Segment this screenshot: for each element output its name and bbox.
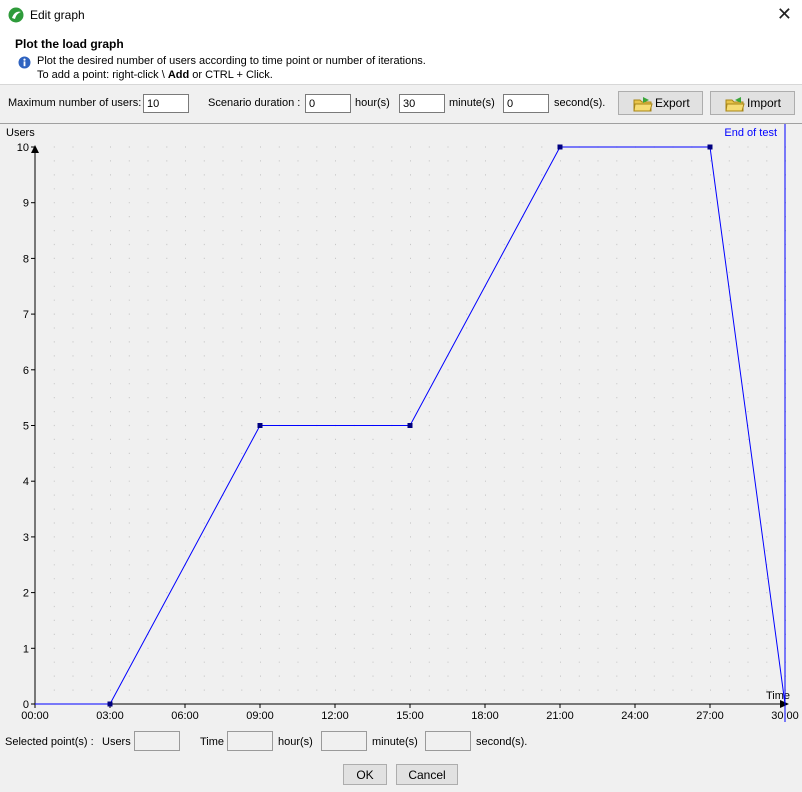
y-axis-title: Users bbox=[6, 127, 35, 139]
x-axis-title: Time bbox=[766, 690, 790, 702]
info-icon bbox=[18, 56, 31, 69]
load-graph-panel[interactable]: Users Time 0 1 2 3 4 5 6 7 8 9 10 00:00 03:00 06:00 09:0… bbox=[0, 123, 802, 726]
end-of-test-label: End of test bbox=[724, 127, 777, 139]
selected-minutes-field bbox=[321, 731, 367, 751]
info-line2-add: Add bbox=[167, 69, 190, 81]
x-tick-label: 27:00 bbox=[696, 710, 724, 722]
selection-panel: Selected point(s) : Users Time hour(s) m… bbox=[0, 727, 802, 792]
y-tick-label: 1 bbox=[23, 643, 29, 655]
duration-label: Scenario duration : bbox=[208, 97, 301, 109]
minutes-input[interactable] bbox=[399, 94, 445, 113]
y-tick-label: 8 bbox=[23, 253, 29, 265]
app-logo-icon bbox=[8, 7, 24, 23]
settings-toolbar: Maximum number of users: Scenario durati… bbox=[0, 85, 802, 121]
load-point-marker bbox=[107, 701, 113, 707]
y-tick-label: 6 bbox=[23, 365, 29, 377]
selected-users-field bbox=[134, 731, 180, 751]
dialog-header: Plot the load graph Plot the desired num… bbox=[0, 31, 802, 85]
minutes-label: minute(s) bbox=[449, 97, 495, 109]
selected-hours-label: hour(s) bbox=[278, 736, 313, 748]
info-line2-suffix: or CTRL + Click. bbox=[189, 69, 273, 81]
selected-seconds-field bbox=[425, 731, 471, 751]
y-tick-label: 7 bbox=[23, 309, 29, 321]
selected-minutes-label: minute(s) bbox=[372, 736, 418, 748]
max-users-input[interactable] bbox=[143, 94, 189, 113]
info-line2-prefix: To add a point: right-click \ bbox=[37, 69, 168, 81]
y-tick-label: 5 bbox=[23, 421, 29, 433]
cancel-button[interactable]: Cancel bbox=[396, 764, 458, 785]
x-tick-label: 06:00 bbox=[171, 710, 199, 722]
import-folder-icon bbox=[725, 97, 745, 112]
x-tick-label: 09:00 bbox=[246, 710, 274, 722]
header-title: Plot the load graph bbox=[15, 37, 124, 51]
hours-label: hour(s) bbox=[355, 97, 390, 109]
max-users-label: Maximum number of users: bbox=[8, 97, 142, 109]
load-point-marker bbox=[557, 144, 563, 150]
x-tick-label: 15:00 bbox=[396, 710, 424, 722]
x-tick-label: 00:00 bbox=[21, 710, 49, 722]
selected-users-label: Users bbox=[102, 736, 131, 748]
x-tick-label: 12:00 bbox=[321, 710, 349, 722]
load-graph-chart[interactable]: UsersTime01234567891000:00 03:00 06:00 09:0… bbox=[0, 124, 802, 726]
y-tick-label: 4 bbox=[23, 476, 29, 488]
x-tick-label: 21:00 bbox=[546, 710, 574, 722]
seconds-label: second(s). bbox=[554, 97, 606, 109]
y-tick-label: 2 bbox=[23, 588, 29, 600]
export-folder-icon bbox=[633, 97, 653, 112]
selected-time-label: Time bbox=[200, 736, 225, 748]
import-button[interactable]: Import bbox=[710, 91, 795, 115]
load-point-marker bbox=[407, 423, 413, 428]
y-tick-label: 3 bbox=[23, 532, 29, 544]
load-point-marker bbox=[707, 144, 713, 150]
seconds-input[interactable] bbox=[503, 94, 549, 113]
export-label: Export bbox=[655, 96, 690, 110]
selected-points-label: Selected point(s) : bbox=[5, 736, 94, 748]
info-instruction-line2: To add a point: right-click \ Add or CTR… bbox=[37, 69, 273, 81]
export-button[interactable]: Export bbox=[618, 91, 703, 115]
title-bar: Edit graph ✕ bbox=[0, 0, 802, 31]
window-title: Edit graph bbox=[30, 8, 85, 22]
import-label: Import bbox=[747, 96, 782, 110]
close-icon[interactable]: ✕ bbox=[777, 4, 792, 24]
info-instruction-line1: Plot the desired number of users accordi… bbox=[37, 55, 426, 67]
selected-seconds-label: second(s). bbox=[476, 736, 528, 748]
hours-input[interactable] bbox=[305, 94, 351, 113]
x-tick-label: 18:00 bbox=[471, 710, 499, 722]
x-tick-label: 24:00 bbox=[621, 710, 649, 722]
load-point-marker bbox=[257, 423, 263, 428]
selected-hours-field bbox=[227, 731, 273, 751]
x-tick-label: 03:00 bbox=[96, 710, 124, 722]
y-tick-label: 10 bbox=[17, 142, 29, 154]
ok-button[interactable]: OK bbox=[343, 764, 387, 785]
y-tick-label: 9 bbox=[23, 198, 29, 210]
